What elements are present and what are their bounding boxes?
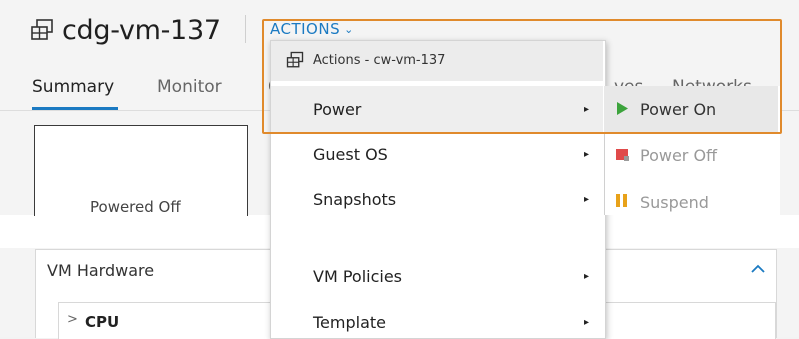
menu-item-guest-os[interactable]: Guest OS (313, 145, 388, 164)
submenu-arrow-icon: ▸ (584, 271, 590, 282)
title-divider (245, 15, 246, 43)
suspend-icon (615, 193, 629, 212)
tab-summary[interactable]: Summary (32, 77, 114, 97)
menu-item-power[interactable]: Power (313, 100, 361, 119)
menu-item-template[interactable]: Template (313, 313, 386, 332)
chevron-down-icon: ⌄ (344, 22, 354, 36)
actions-menu-title: Actions - cw-vm-137 (313, 53, 446, 68)
submenu-item-suspend[interactable]: Suspend (640, 193, 709, 212)
chevron-right-icon[interactable]: > (67, 312, 78, 327)
vm-hardware-title: VM Hardware (47, 261, 155, 280)
page-title: cdg-vm-137 (30, 12, 221, 48)
play-icon (616, 101, 629, 120)
submenu-arrow-icon: ▸ (584, 194, 590, 205)
actions-menu-gap (270, 215, 606, 248)
submenu-arrow-icon: ▸ (584, 104, 590, 115)
collapse-icon[interactable] (750, 260, 766, 279)
power-off-icon (615, 147, 630, 166)
menu-item-snapshots[interactable]: Snapshots (313, 190, 396, 209)
vm-power-status: Powered Off (90, 198, 181, 216)
menu-item-vm-policies[interactable]: VM Policies (313, 267, 402, 286)
submenu-item-power-on[interactable]: Power On (640, 100, 716, 119)
submenu-arrow-icon: ▸ (584, 149, 590, 160)
vm-icon (286, 51, 304, 73)
vm-icon (30, 18, 54, 42)
actions-button[interactable]: ACTIONS ⌄ (270, 20, 354, 38)
cpu-label: CPU (85, 313, 120, 331)
actions-label: ACTIONS (270, 20, 341, 38)
vm-name: cdg-vm-137 (62, 14, 221, 46)
submenu-item-power-off[interactable]: Power Off (640, 146, 717, 165)
submenu-arrow-icon: ▸ (584, 317, 590, 328)
tab-monitor[interactable]: Monitor (157, 77, 222, 97)
